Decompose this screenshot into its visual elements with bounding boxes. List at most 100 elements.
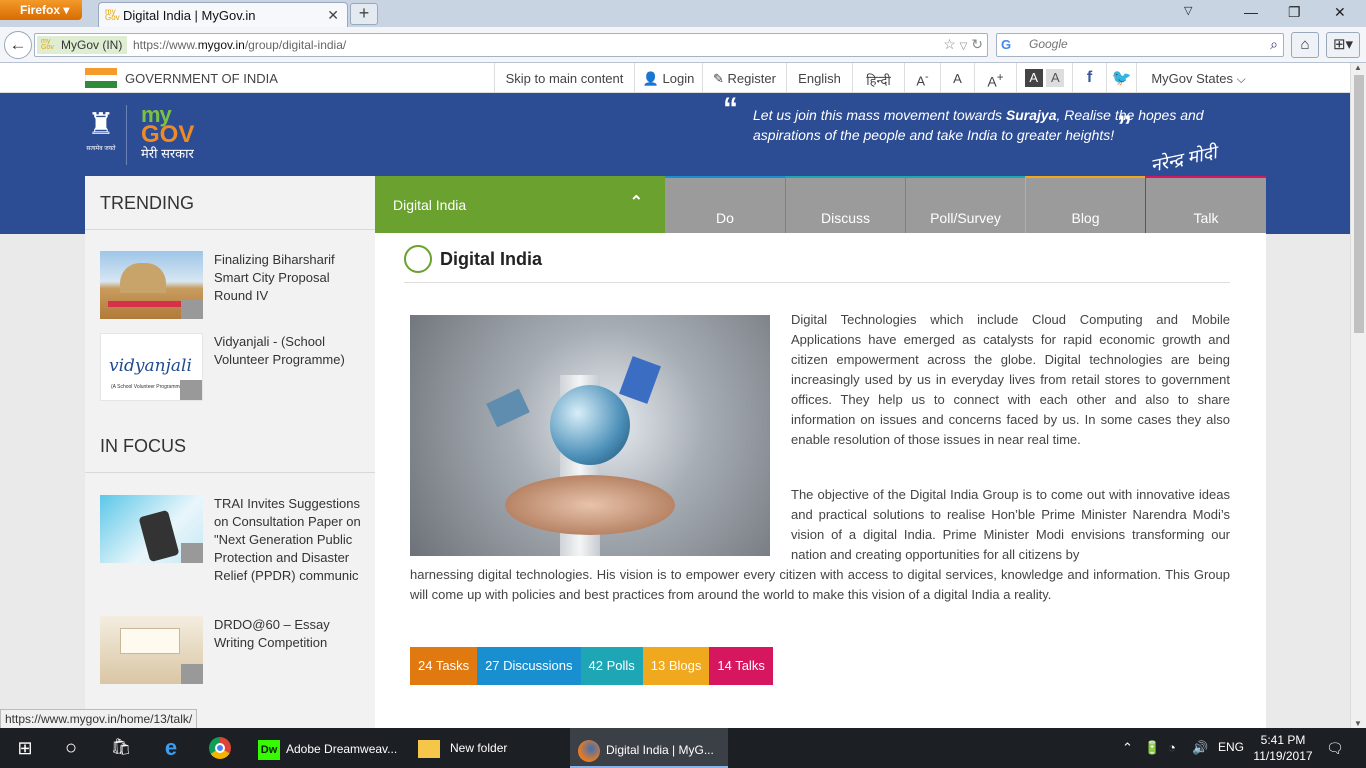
search-icon[interactable]: ⌕	[1270, 36, 1278, 53]
mygov-logo[interactable]: my GOV मेरी सरकार	[126, 104, 216, 165]
scroll-up-icon[interactable]: ▲	[1354, 63, 1362, 72]
facebook-icon[interactable]: f	[1072, 63, 1106, 93]
site-identity[interactable]: my Gov MyGov (IN)	[37, 36, 127, 54]
high-contrast-button[interactable]: A	[1024, 69, 1043, 87]
search-input[interactable]	[1029, 37, 1249, 51]
google-icon[interactable]: G	[1001, 37, 1011, 52]
bookmark-star-icon[interactable]: ☆	[943, 36, 956, 52]
taskbar-dreamweaver[interactable]: Dw Adobe Dreamweav...	[250, 728, 408, 768]
twitter-icon[interactable]: 🐦	[1106, 63, 1136, 93]
notifications-icon[interactable]: 🗨	[1326, 728, 1344, 768]
language-indicator[interactable]: ENG	[1218, 728, 1244, 768]
taskbar-firefox[interactable]: Digital India | MyG...	[570, 728, 728, 768]
addons-icon[interactable]: ⊞▾	[1326, 32, 1360, 58]
chevron-up-icon[interactable]: ⌃	[630, 192, 643, 212]
tab-blog[interactable]: Blog	[1025, 176, 1145, 233]
chrome-icon[interactable]	[209, 737, 231, 759]
url-bar[interactable]: my Gov MyGov (IN) https://www.mygov.in/gr…	[34, 33, 988, 57]
dreamweaver-icon: Dw	[258, 740, 280, 760]
user-icon: 👤	[642, 71, 659, 86]
blogs-count-button[interactable]: 13 Blogs	[642, 647, 710, 685]
identity-label: MyGov (IN)	[61, 38, 123, 52]
close-window-icon[interactable]: ✕	[1334, 4, 1346, 21]
gov-of-india-text: GOVERNMENT OF INDIA	[125, 71, 278, 86]
contrast-buttons: A A	[1016, 63, 1072, 93]
national-emblem-icon[interactable]: ♜ सत्यमेव जयते	[84, 105, 118, 161]
windows-taskbar: ⊞ ○ 🛍 e Dw Adobe Dreamweav... New folder …	[0, 728, 1366, 768]
talks-count-button[interactable]: 14 Talks	[709, 647, 773, 685]
scroll-down-icon[interactable]: ▼	[1354, 719, 1362, 728]
tab-list-icon[interactable]: ▽	[1184, 4, 1192, 17]
pencil-icon: ✎	[713, 71, 724, 86]
taskbar-new-folder[interactable]: New folder	[410, 728, 568, 768]
font-increase-button[interactable]: A+	[974, 63, 1016, 93]
tab-talk[interactable]: Talk	[1145, 176, 1266, 233]
quote-close-icon: ”	[1117, 110, 1132, 143]
tasks-count-button[interactable]: 24 Tasks	[410, 647, 478, 685]
page-scrollbar[interactable]: ▲ ▼	[1350, 63, 1366, 728]
trai-thumbnail[interactable]	[100, 495, 203, 563]
search-bar[interactable]: G ⌕	[996, 33, 1284, 57]
discussions-count-button[interactable]: 27 Discussions	[477, 647, 581, 685]
url-text[interactable]: https://www.mygov.in/group/digital-india…	[133, 38, 346, 52]
skip-to-content-link[interactable]: Skip to main content	[494, 63, 634, 93]
browser-nav-bar: ← my Gov MyGov (IN) https://www.mygov.in/…	[0, 27, 1366, 63]
wifi-icon[interactable]: ◔	[1168, 728, 1176, 768]
item-title[interactable]: Finalizing Biharsharif Smart City Propos…	[214, 251, 364, 305]
home-icon[interactable]: ⌂	[1291, 32, 1319, 58]
back-button[interactable]: ←	[4, 31, 32, 59]
pm-quote: “ Let us join this mass movement towards…	[723, 94, 1225, 145]
bihar-smart-city-thumbnail[interactable]	[100, 251, 203, 319]
browser-tab[interactable]: my Gov Digital India | MyGov.in ✕	[98, 2, 348, 27]
battery-icon[interactable]: 🔋	[1144, 728, 1160, 768]
new-tab-button[interactable]: +	[350, 3, 378, 25]
item-title[interactable]: Vidyanjali - (School Volunteer Programme…	[214, 333, 364, 369]
font-decrease-button[interactable]: A-	[904, 63, 940, 93]
drdo-thumbnail[interactable]	[100, 616, 203, 684]
india-flag-icon	[85, 68, 117, 88]
tab-do[interactable]: Do	[665, 176, 785, 233]
gov-top-bar: GOVERNMENT OF INDIA Skip to main content…	[0, 63, 1350, 93]
cortana-search-icon[interactable]: ○	[60, 737, 82, 759]
chevron-down-icon: ⌵	[1236, 72, 1246, 86]
font-normal-button[interactable]: A	[940, 63, 974, 93]
minimize-icon[interactable]: —	[1244, 4, 1258, 20]
quote-line-1: Let us join this mass movement towards S…	[753, 107, 1204, 123]
tray-chevron-icon[interactable]: ⌃	[1122, 728, 1133, 768]
mygov-states-dropdown[interactable]: MyGov States ⌵	[1136, 63, 1260, 93]
volume-icon[interactable]: 🔊	[1192, 728, 1208, 768]
tab-digital-india[interactable]: Digital India ⌃	[375, 176, 665, 233]
register-link[interactable]: ✎ Register	[702, 63, 786, 93]
item-title[interactable]: TRAI Invites Suggestions on Consultation…	[214, 495, 364, 585]
pm-signature: नरेन्द्र मोदी	[1148, 142, 1219, 176]
restore-icon[interactable]: ❐	[1288, 4, 1301, 21]
login-link[interactable]: 👤 Login	[634, 63, 702, 93]
status-link-preview: https://www.mygov.in/home/13/talk/	[0, 709, 198, 729]
reload-icon[interactable]: ↻	[971, 36, 983, 52]
english-link[interactable]: English	[786, 63, 852, 93]
vidyanjali-thumbnail[interactable]: vidyanjali (A School Volunteer Programme…	[100, 333, 203, 401]
vidyanjali-logo: vidyanjali	[109, 356, 192, 376]
tab-title: Digital India | MyGov.in	[123, 8, 256, 23]
tab-poll-survey[interactable]: Poll/Survey	[905, 176, 1025, 233]
main-content: Digital India Digital Technologies which…	[375, 233, 1266, 728]
firefox-menu-button[interactable]: Firefox ▾	[0, 0, 82, 20]
quote-line-2: aspirations of the people and take India…	[753, 127, 1115, 143]
intro-paragraph: Digital Technologies which include Cloud…	[791, 312, 1230, 447]
scrollbar-thumb[interactable]	[1354, 75, 1364, 333]
clock[interactable]: 5:41 PM 11/19/2017	[1252, 728, 1314, 768]
close-tab-icon[interactable]: ✕	[327, 7, 339, 24]
hindi-link[interactable]: हिन्दी	[852, 63, 904, 93]
normal-contrast-button[interactable]: A	[1046, 69, 1065, 87]
store-icon[interactable]: 🛍	[110, 737, 132, 759]
mygov-favicon: my Gov	[105, 7, 120, 22]
item-title[interactable]: DRDO@60 – Essay Writing Competition	[214, 616, 364, 652]
polls-count-button[interactable]: 42 Polls	[580, 647, 643, 685]
tab-discuss[interactable]: Discuss	[785, 176, 905, 233]
quote-open-icon: “	[723, 92, 738, 125]
in-focus-heading: IN FOCUS	[85, 419, 375, 473]
history-dropdown-icon[interactable]: ▽	[960, 41, 968, 52]
windows-start-icon[interactable]: ⊞	[14, 737, 36, 759]
edge-icon[interactable]: e	[160, 737, 182, 759]
group-stats: 24 Tasks 27 Discussions 42 Polls 13 Blog…	[410, 647, 773, 685]
